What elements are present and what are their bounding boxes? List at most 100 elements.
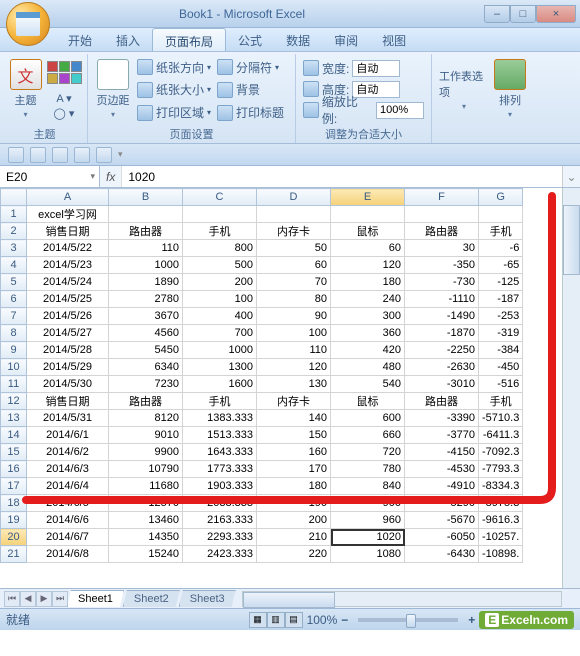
cell[interactable]: 2780 <box>109 291 183 308</box>
cell[interactable]: -3010 <box>405 376 479 393</box>
cell[interactable]: 销售日期 <box>27 223 109 240</box>
cell[interactable]: 90 <box>257 308 331 325</box>
cell[interactable]: 1773.333 <box>183 461 257 478</box>
cell[interactable]: 鼠标 <box>331 393 405 410</box>
cell[interactable]: -9616.3 <box>479 512 523 529</box>
view-buttons[interactable]: ▦▥▤ <box>249 612 303 628</box>
cell[interactable]: -2250 <box>405 342 479 359</box>
horizontal-scrollbar[interactable] <box>242 591 562 607</box>
width-control[interactable]: 宽度: <box>300 58 427 78</box>
cell[interactable]: 180 <box>331 274 405 291</box>
sheet-options-button[interactable]: 工作表选项 ▾ <box>436 56 492 122</box>
cell[interactable]: 2014/6/8 <box>27 546 109 563</box>
cell[interactable]: 600 <box>331 410 405 427</box>
scale-control[interactable]: 缩放比例: <box>300 100 427 120</box>
cell[interactable]: -5290 <box>405 495 479 512</box>
cell[interactable]: 2014/5/30 <box>27 376 109 393</box>
cell[interactable]: 110 <box>257 342 331 359</box>
col-header[interactable]: G <box>479 189 523 206</box>
cell[interactable]: 路由器 <box>405 393 479 410</box>
cell[interactable]: 手机 <box>479 393 523 410</box>
row-header[interactable]: 5 <box>1 274 27 291</box>
cell[interactable]: -253 <box>479 308 523 325</box>
sheet-nav[interactable]: ⏮◀▶⏭ <box>4 591 68 607</box>
cell[interactable]: -6050 <box>405 529 479 546</box>
cell[interactable]: 60 <box>331 240 405 257</box>
cell[interactable] <box>257 206 331 223</box>
row-header[interactable]: 1 <box>1 206 27 223</box>
cell[interactable]: 100 <box>257 325 331 342</box>
cell[interactable]: 路由器 <box>109 223 183 240</box>
cell[interactable]: -3770 <box>405 427 479 444</box>
cell[interactable]: 1600 <box>183 376 257 393</box>
cell[interactable]: -7092.3 <box>479 444 523 461</box>
cell[interactable]: -6430 <box>405 546 479 563</box>
cell[interactable]: 9900 <box>109 444 183 461</box>
cell[interactable]: -10898. <box>479 546 523 563</box>
redo-icon[interactable] <box>52 147 68 163</box>
col-header[interactable]: F <box>405 189 479 206</box>
cell[interactable]: -5670 <box>405 512 479 529</box>
cell[interactable] <box>405 206 479 223</box>
tab-6[interactable]: 视图 <box>370 28 418 51</box>
cell[interactable]: 500 <box>183 257 257 274</box>
cell[interactable]: 1020 <box>331 529 405 546</box>
cell[interactable]: 130 <box>257 376 331 393</box>
cell[interactable]: 840 <box>331 478 405 495</box>
cell[interactable] <box>479 206 523 223</box>
cell[interactable]: 1890 <box>109 274 183 291</box>
cell[interactable] <box>331 206 405 223</box>
cell[interactable]: 60 <box>257 257 331 274</box>
fx-icon[interactable]: fx <box>106 170 115 184</box>
zoom-out-button[interactable]: − <box>341 613 348 627</box>
row-header[interactable]: 18 <box>1 495 27 512</box>
cell[interactable]: 14350 <box>109 529 183 546</box>
minimize-button[interactable]: – <box>484 5 510 23</box>
cell[interactable]: -730 <box>405 274 479 291</box>
zoom-slider[interactable] <box>358 618 458 622</box>
cell[interactable]: 销售日期 <box>27 393 109 410</box>
qat-icon[interactable] <box>74 147 90 163</box>
cell[interactable]: 8120 <box>109 410 183 427</box>
qat-icon[interactable] <box>96 147 112 163</box>
cell[interactable]: 2014/5/28 <box>27 342 109 359</box>
cell[interactable]: 1300 <box>183 359 257 376</box>
tab-5[interactable]: 审阅 <box>322 28 370 51</box>
zoom-level[interactable]: 100% <box>307 613 338 627</box>
cell[interactable]: 2014/5/26 <box>27 308 109 325</box>
cell[interactable]: 360 <box>331 325 405 342</box>
print-area-button[interactable]: 打印区域▾ <box>134 103 214 123</box>
cell[interactable]: 手机 <box>183 393 257 410</box>
cell[interactable]: 160 <box>257 444 331 461</box>
cell[interactable]: 900 <box>331 495 405 512</box>
cell[interactable]: -7793.3 <box>479 461 523 478</box>
cell[interactable]: 2014/6/4 <box>27 478 109 495</box>
margins-button[interactable]: 页边距 ▾ <box>92 56 134 122</box>
cell[interactable]: 30 <box>405 240 479 257</box>
cell[interactable]: 2014/5/22 <box>27 240 109 257</box>
row-header[interactable]: 9 <box>1 342 27 359</box>
cell[interactable]: 11680 <box>109 478 183 495</box>
theme-colors[interactable]: A ▾ ◯ ▾ <box>45 56 83 122</box>
cell[interactable]: -4530 <box>405 461 479 478</box>
tab-2[interactable]: 页面布局 <box>152 28 226 51</box>
row-header[interactable]: 2 <box>1 223 27 240</box>
cell[interactable]: 10790 <box>109 461 183 478</box>
cell[interactable]: 12570 <box>109 495 183 512</box>
row-header[interactable]: 15 <box>1 444 27 461</box>
row-header[interactable]: 20 <box>1 529 27 546</box>
row-header[interactable]: 16 <box>1 461 27 478</box>
width-input[interactable] <box>352 60 400 77</box>
close-button[interactable]: × <box>536 5 576 23</box>
row-header[interactable]: 10 <box>1 359 27 376</box>
cell[interactable]: 660 <box>331 427 405 444</box>
cell[interactable]: 1080 <box>331 546 405 563</box>
scale-input[interactable] <box>376 102 424 119</box>
sheet-tab[interactable]: Sheet3 <box>179 590 236 607</box>
select-all-corner[interactable] <box>1 189 27 206</box>
themes-button[interactable]: 文 主题 ▾ <box>6 56 45 122</box>
cell[interactable]: 420 <box>331 342 405 359</box>
cell[interactable]: 800 <box>183 240 257 257</box>
cell[interactable]: 13460 <box>109 512 183 529</box>
row-header[interactable]: 21 <box>1 546 27 563</box>
